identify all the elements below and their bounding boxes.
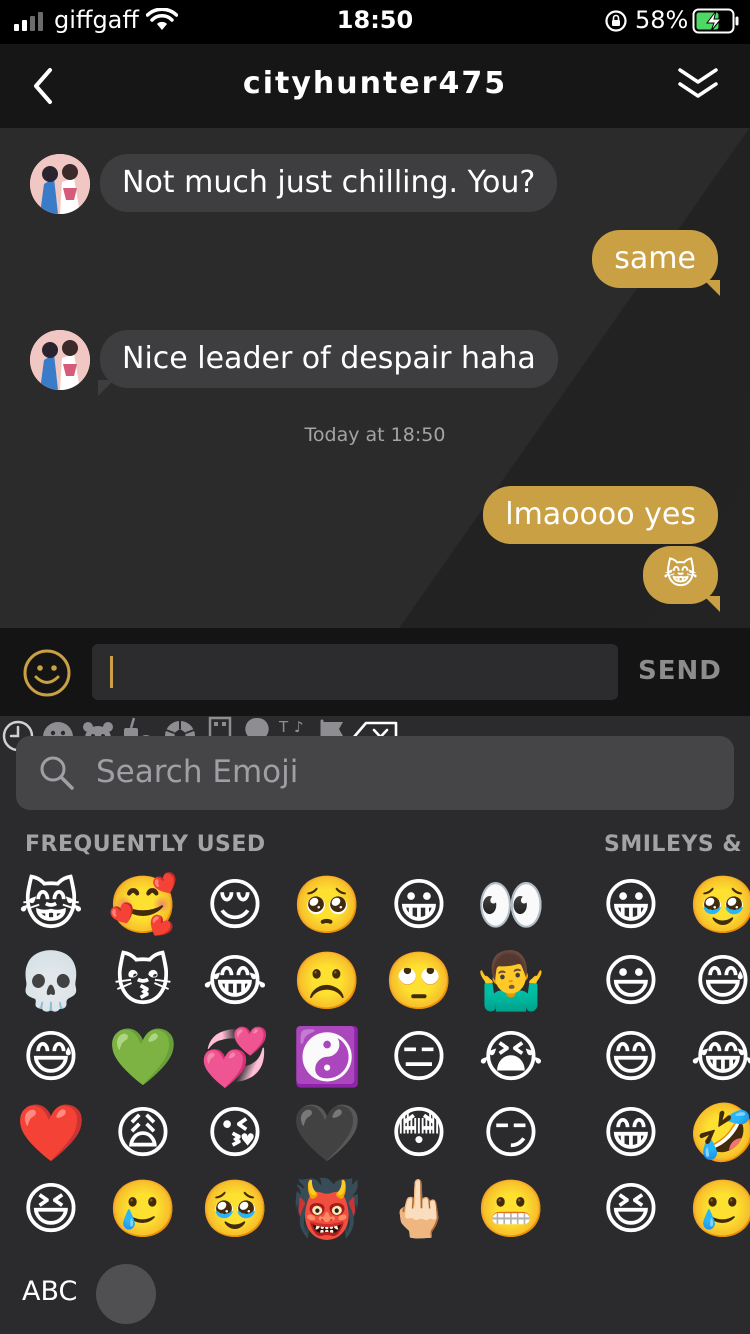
double-chevron-down-icon[interactable] [676,62,720,106]
message-text: same [614,241,696,276]
section-smileys: SMILEYS & P [604,832,750,857]
emoji-key[interactable]: 🥰 [108,871,178,941]
emoji-key[interactable]: 😅 [16,1023,86,1093]
emoji-key[interactable]: 😀 [596,871,666,941]
send-button[interactable]: SEND [638,656,722,686]
emoji-key[interactable]: 🥲 [688,1175,750,1245]
emoji-key[interactable]: 🥹 [200,1175,270,1245]
message-timestamp: Today at 18:50 [304,424,446,446]
search-icon [40,756,74,790]
emoji-key[interactable]: 🖤 [292,1099,362,1169]
emoji-toggle-icon[interactable] [22,648,72,698]
emoji-key[interactable]: 😬 [476,1175,546,1245]
emoji-key[interactable]: 😩 [108,1099,178,1169]
emoji-key[interactable]: 😃 [596,947,666,1017]
emoji-key[interactable]: 😏 [476,1099,546,1169]
chat-title[interactable]: cityhunter475 [0,66,750,101]
emoji-key[interactable]: 😳 [384,1099,454,1169]
section-frequently-used: FREQUENTLY USED [25,832,266,857]
incoming-message[interactable]: Nice leader of despair haha [98,330,558,396]
status-bar: giffgaff 18:50 58% [0,0,750,44]
emoji-key[interactable]: ❤️ [16,1099,86,1169]
text-caret [110,656,113,688]
rotation-lock-icon [605,10,627,32]
emoji-key[interactable]: 🤷‍♂️ [476,947,546,1017]
outgoing-message[interactable]: same [592,230,720,296]
message-text: Nice leader of despair haha [122,341,536,376]
emoji-key[interactable]: 😂 [200,947,270,1017]
emoji-key[interactable]: 😑 [384,1023,454,1093]
abc-key[interactable]: ABC [22,1276,77,1307]
emoji-key[interactable]: 😅 [688,947,750,1017]
emoji-key[interactable]: 😽 [108,947,178,1017]
avatar[interactable] [30,154,90,214]
battery-charging-icon [692,8,739,34]
emoji-key[interactable]: 👹 [292,1175,362,1245]
avatar[interactable] [30,330,90,390]
message-text: Not much just chilling. You? [122,165,536,200]
message-list[interactable]: Not much just chilling. You? same Nice l… [0,128,750,628]
message-text: lmaoooo yes [505,497,696,532]
emoji-key[interactable]: 😁 [596,1099,666,1169]
emoji-key[interactable]: 😆 [16,1175,86,1245]
emoji-key[interactable]: 🥹 [688,871,750,941]
outgoing-message[interactable]: 😹 [642,546,720,612]
emoji-key[interactable]: 👀 [476,871,546,941]
emoji-keyboard: Search Emoji FREQUENTLY USED SMILEYS & P… [0,716,750,1334]
incoming-message[interactable]: Not much just chilling. You? [100,154,558,212]
emoji-key[interactable]: 😭 [476,1023,546,1093]
emoji-key[interactable]: 🙄 [384,947,454,1017]
emoji-key[interactable]: 🤣 [688,1099,750,1169]
svg-text:T: T [278,718,289,736]
composer-bar: SEND [0,628,750,716]
emoji-key[interactable]: 😄 [596,1023,666,1093]
emoji-key[interactable]: 🥺 [292,871,362,941]
emoji-search-input[interactable]: Search Emoji [16,736,734,810]
emoji-key[interactable]: ☹️ [292,947,362,1017]
emoji-key[interactable]: 💀 [16,947,86,1017]
emoji-key[interactable]: 💚 [108,1023,178,1093]
message-input[interactable] [92,644,618,700]
chat-header: cityhunter475 [0,44,750,128]
emoji-key[interactable]: ☯️ [292,1023,362,1093]
outgoing-message[interactable]: lmaoooo yes [483,486,718,544]
message-emoji: 😹 [662,557,698,592]
emoji-key[interactable]: 😀 [384,871,454,941]
emoji-key[interactable]: 🥲 [108,1175,178,1245]
emoji-key[interactable]: 😌 [200,871,270,941]
emoji-key[interactable]: 😂 [688,1023,750,1093]
search-placeholder: Search Emoji [96,754,299,790]
svg-text:♪: ♪ [294,718,304,736]
emoji-key[interactable]: 😘 [200,1099,270,1169]
emoji-key[interactable]: 🖕🏻 [384,1175,454,1245]
battery-percent: 58% [635,6,689,34]
emoji-key[interactable]: 😹 [16,871,86,941]
recent-tab-highlight [96,1264,156,1324]
emoji-key[interactable]: 😆 [596,1175,666,1245]
emoji-key[interactable]: 💞 [200,1023,270,1093]
